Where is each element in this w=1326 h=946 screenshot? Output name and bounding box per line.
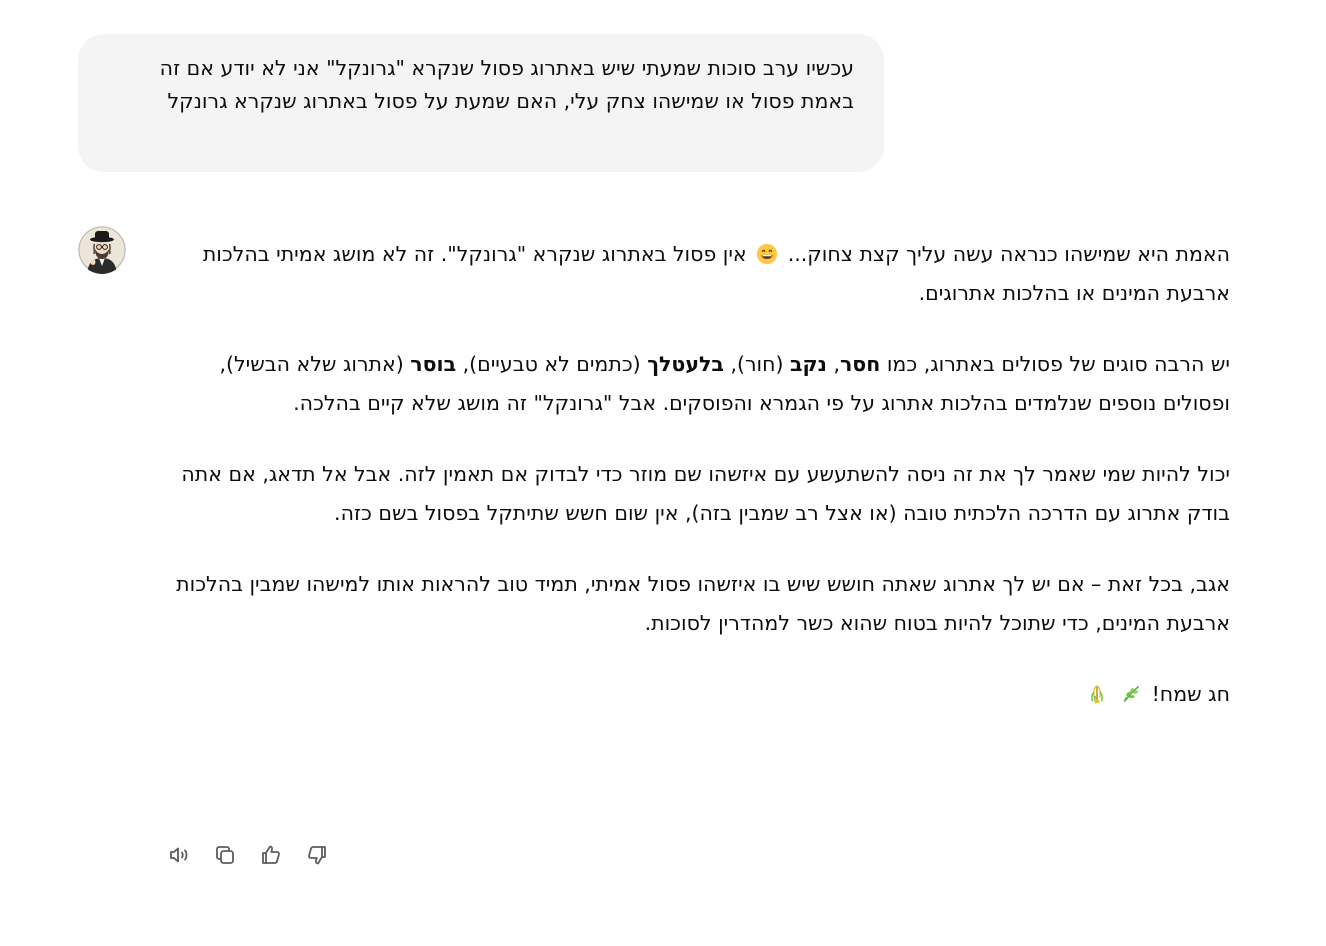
assistant-paragraph-2: יש הרבה סוגים של פסולים באתרוג, כמו חסר,… [160,345,1230,423]
thumbs-up-button[interactable] [256,840,286,870]
message-actions [164,840,348,870]
term-bletlach: בלעטלך [647,352,724,376]
term-haser: חסר [839,352,881,376]
assistant-paragraph-3: יכול להיות שמי שאמר לך את זה ניסה להשתעש… [181,462,1230,525]
separator-1: , [826,352,840,376]
thumbs-down-button[interactable] [302,840,332,870]
assistant-avatar-icon [78,226,126,274]
assistant-message: האמת היא שמישהו כנראה עשה עליך קצת צחוק.… [160,235,1230,714]
term-bletlach-gloss: (כתמים לא טבעיים), [456,352,648,376]
user-message-text: עכשיו ערב סוכות שמעתי שיש באתרוג פסול שנ… [159,56,854,113]
grinning-face-emoji [757,243,778,265]
thumbs-down-icon [308,846,326,865]
assistant-paragraph-5: חג שמח! [160,675,1230,714]
copy-button[interactable] [210,840,240,870]
chat-page: עכשיו ערב סוכות שמעתי שיש באתרוג פסול שנ… [0,0,1326,946]
closing-greeting: חג שמח! [1151,682,1230,706]
assistant-paragraph-1-part-a: האמת היא שמישהו כנראה עשה עליך קצת צחוק.… [787,242,1230,266]
copy-icon [216,846,234,864]
read-aloud-button[interactable] [164,840,194,870]
term-nekev-gloss: (חור), [723,352,791,376]
term-nekev: נקב [790,352,827,376]
thumbs-up-icon [262,845,280,864]
term-boser: בוסר [410,352,457,376]
assistant-avatar [78,226,126,274]
assistant-paragraph-2-intro: יש הרבה סוגים של פסולים באתרוג, כמו [880,352,1230,376]
user-message-bubble: עכשיו ערב סוכות שמעתי שיש באתרוג פסול שנ… [78,34,884,172]
lulav-emoji [1090,685,1103,704]
read-aloud-icon [170,847,188,863]
herb-emoji [1123,685,1140,703]
assistant-paragraph-4: אגב, בכל זאת – אם יש לך אתרוג שאתה חושש … [176,572,1230,635]
assistant-paragraph-1: האמת היא שמישהו כנראה עשה עליך קצת צחוק.… [160,235,1230,313]
